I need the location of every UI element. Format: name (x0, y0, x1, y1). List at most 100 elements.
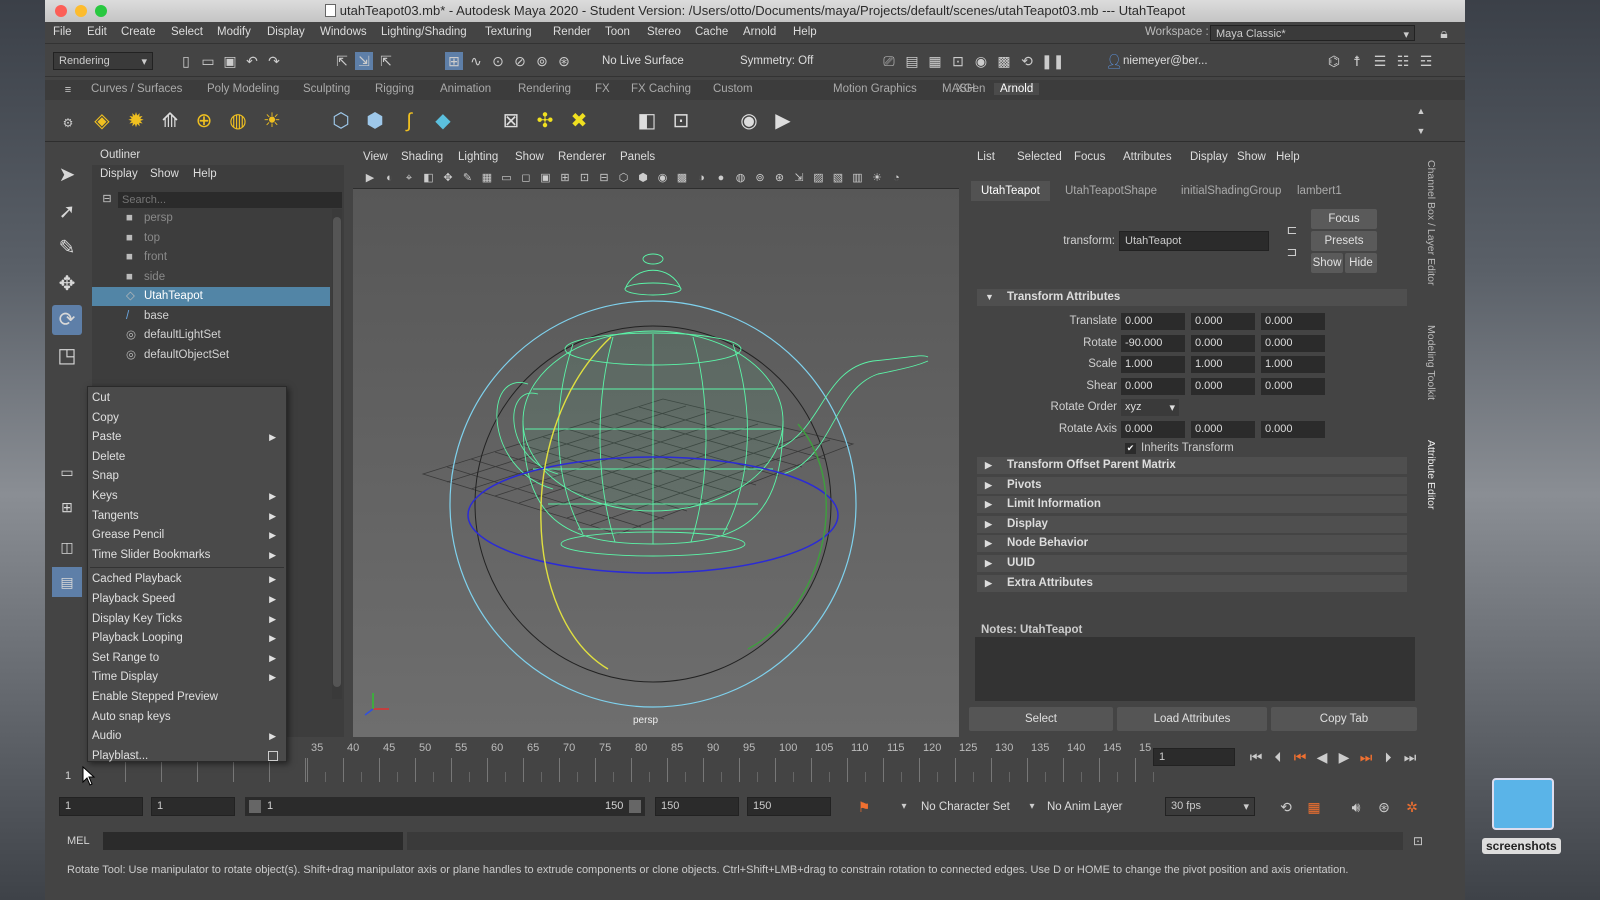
standin-icon[interactable]: ⬡ (328, 108, 354, 134)
scale-tool-icon[interactable]: ◳ (52, 341, 82, 371)
attr-value-field[interactable]: 0.000 (1191, 377, 1255, 395)
photometric-light-icon[interactable]: ⊕ (191, 108, 217, 134)
move-tool-icon[interactable]: ✥ (52, 269, 82, 299)
section-collapsed[interactable]: ▶ Node Behavior (977, 535, 1407, 553)
outliner-item[interactable]: ■ top (92, 229, 330, 248)
copy-tab-button[interactable]: Copy Tab (1271, 707, 1417, 731)
light-portal-icon[interactable]: ◍ (225, 108, 251, 134)
vp-menu-shading[interactable]: Shading (401, 151, 443, 163)
live-surface-label[interactable]: No Live Surface (602, 55, 684, 67)
sky-dome-light-icon[interactable]: ✹ (123, 108, 149, 134)
context-menu-item[interactable]: Grease Pencil ▶ (92, 526, 282, 545)
section-transform-attributes[interactable]: ▼ Transform Attributes (977, 289, 1407, 306)
pause-icon[interactable]: ❚❚ (1041, 52, 1064, 70)
play-backward-icon[interactable]: ◀ (1313, 748, 1331, 766)
tab-custom[interactable]: Custom (713, 83, 753, 95)
depth-of-field-icon[interactable]: ⊛ (771, 169, 789, 187)
modeling-toolkit-icon[interactable]: ⌬ (1325, 52, 1343, 70)
area-light-icon[interactable]: ◈ (89, 108, 115, 134)
context-menu-item[interactable]: Keys ▶ (92, 487, 282, 506)
outliner-item[interactable]: ◇ UtahTeapot (92, 287, 330, 306)
texture-remove-icon[interactable]: ✖ (566, 108, 592, 134)
menu-texturing[interactable]: Texturing (485, 26, 532, 38)
show-button[interactable]: Show (1311, 253, 1343, 273)
redo-icon[interactable]: ↷ (265, 52, 283, 70)
tab-motion-graphics[interactable]: Motion Graphics (833, 83, 917, 95)
cached-playback-icon[interactable]: ▦ (1305, 798, 1323, 816)
section-collapsed[interactable]: ▶ Transform Offset Parent Matrix (977, 457, 1407, 474)
tab-rigging[interactable]: Rigging (375, 83, 414, 95)
select-tool-icon[interactable]: ➤ (52, 160, 82, 190)
playback-start-field[interactable]: 1 (151, 797, 235, 816)
tab-sculpting[interactable]: Sculpting (303, 83, 350, 95)
outliner-menu-show[interactable]: Show (150, 168, 179, 180)
tab-fx[interactable]: FX (595, 83, 610, 95)
motion-blur-icon[interactable]: ◍ (732, 169, 750, 187)
attr-value-field[interactable]: 1.000 (1191, 356, 1255, 373)
snap-point-icon[interactable]: ⊙ (489, 52, 507, 70)
select-object-icon[interactable]: ⇲ (355, 52, 373, 70)
inherits-transform-checkbox[interactable]: ✔ (1125, 443, 1136, 454)
tab-curves-surfaces[interactable]: Curves / Surfaces (91, 83, 182, 95)
side-tab-attribute-editor[interactable]: Attribute Editor (1425, 440, 1437, 509)
attr-value-field[interactable]: 0.000 (1261, 334, 1325, 352)
scene-end-field[interactable]: 150 (747, 797, 831, 816)
section-collapsed[interactable]: ▶ Display (977, 515, 1407, 533)
menu-arnold[interactable]: Arnold (743, 26, 776, 38)
ae-tab[interactable]: initialShadingGroup (1171, 181, 1291, 201)
layout-four-icon[interactable]: ⊞ (52, 492, 82, 522)
shelf-scroll-down-icon[interactable]: ▼ (1412, 122, 1430, 140)
xray-joints-icon[interactable]: ▧ (829, 169, 847, 187)
script-editor-icon[interactable]: ⊡ (1409, 832, 1427, 850)
rotate-tool-icon[interactable]: ⟳ (52, 305, 82, 335)
texture-flip-icon[interactable]: ✣ (532, 108, 558, 134)
vp-menu-panels[interactable]: Panels (620, 151, 655, 163)
smooth-shade-icon[interactable]: ⬢ (634, 169, 652, 187)
chevron-down-icon[interactable]: ▾ (1023, 798, 1041, 816)
range-end-handle[interactable] (629, 800, 641, 813)
menu-create[interactable]: Create (121, 26, 156, 38)
context-menu-item[interactable]: Playback Looping ▶ (92, 629, 282, 648)
wireframe-icon[interactable]: ⬡ (615, 169, 633, 187)
option-box-icon[interactable] (268, 750, 278, 761)
menu-file[interactable]: File (53, 26, 72, 38)
sound-icon[interactable]: 🔊︎ (1347, 798, 1365, 816)
render-settings-icon[interactable]: ⊡ (949, 52, 967, 70)
flush-cache-icon[interactable]: ⊡ (668, 108, 694, 134)
transform-name-field[interactable]: UtahTeapot (1119, 231, 1269, 251)
ipr-render-icon[interactable]: ▦ (926, 52, 944, 70)
fps-select[interactable]: 30 fps ▾ (1165, 797, 1255, 816)
range-slider-bar[interactable]: 1 150 (245, 797, 645, 816)
ae-menu-list[interactable]: List (977, 151, 995, 163)
save-scene-icon[interactable]: ▣ (221, 52, 239, 70)
render-view-icon[interactable]: ▤ (903, 52, 921, 70)
character-set-select[interactable]: No Character Set (921, 801, 1010, 813)
attr-value-field[interactable]: 0.000 (1261, 313, 1325, 330)
shelf-menu-icon[interactable]: ≡ (59, 81, 77, 99)
context-menu-item[interactable]: Time Display ▶ (92, 668, 282, 687)
2d-pan-icon[interactable]: ✥ (439, 169, 457, 187)
ae-tab[interactable]: lambert1 (1287, 181, 1352, 201)
desktop-folder[interactable]: screenshots (1480, 770, 1588, 860)
prefs-gear-icon[interactable]: ✲ (1403, 798, 1421, 816)
image-plane-icon[interactable]: ◧ (420, 169, 438, 187)
loop-icon[interactable]: ⟲ (1277, 798, 1295, 816)
scrollbar-thumb[interactable] (333, 217, 341, 687)
context-menu-item[interactable]: Cut (92, 389, 282, 408)
step-forward-key-icon[interactable]: ⏭︎ (1357, 748, 1375, 766)
vp-menu-view[interactable]: View (363, 151, 388, 163)
ae-menu-attributes[interactable]: Attributes (1123, 151, 1172, 163)
render-cube-icon[interactable]: ◆ (430, 108, 456, 134)
context-menu-item[interactable]: Tangents ▶ (92, 507, 282, 526)
chevron-down-icon[interactable]: ▾ (895, 798, 913, 816)
hypershade-icon[interactable]: ◉ (972, 52, 990, 70)
undo-icon[interactable]: ↶ (243, 52, 261, 70)
zoom-window-button[interactable] (95, 5, 107, 17)
attr-value-field[interactable]: 1.000 (1121, 356, 1185, 373)
bookmark-icon[interactable]: ⌖ (400, 169, 418, 187)
context-menu-item[interactable]: Display Key Ticks ▶ (92, 610, 282, 629)
focus-output-icon[interactable]: ⊐ (1283, 243, 1301, 261)
camera-icon[interactable]: ▶ (361, 169, 379, 187)
gate-mask-icon[interactable]: ▣ (537, 169, 555, 187)
menu-modify[interactable]: Modify (217, 26, 251, 38)
